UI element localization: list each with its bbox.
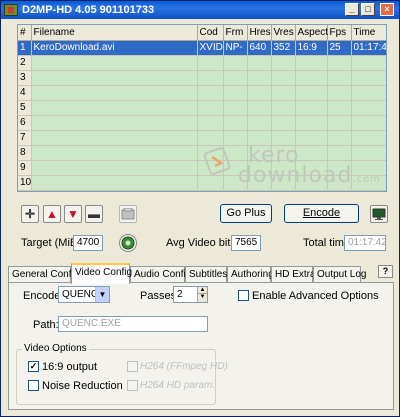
window-title: D2MP-HD 4.05 901101733	[22, 4, 155, 16]
encoder-value: QUENC	[62, 289, 99, 300]
col-header-hres[interactable]: Hres	[247, 25, 272, 41]
encoder-select[interactable]: QUENC ▼	[58, 286, 110, 303]
advanced-options-checkbox[interactable]	[238, 290, 249, 301]
h264-ffmpeg-checkbox	[127, 361, 138, 372]
col-header-num[interactable]: #	[18, 25, 32, 41]
tab-hd-extras[interactable]: HD Extras	[271, 266, 321, 283]
row-number: 1	[18, 40, 32, 56]
path-label: Path:	[33, 319, 59, 331]
calc-icon[interactable]	[119, 234, 137, 252]
help-button[interactable]: ?	[378, 265, 393, 278]
go-plus-button[interactable]: Go Plus	[220, 204, 272, 223]
tab-authoring[interactable]: Authoring	[227, 266, 274, 283]
cell-time: 01:17:42	[351, 40, 386, 56]
move-down-button[interactable]: ▼	[64, 205, 82, 223]
col-header-vres[interactable]: Vres	[271, 25, 296, 41]
encode-button[interactable]: Encode	[284, 204, 359, 223]
row-number: 6	[18, 115, 32, 131]
table-row[interactable]: 5	[18, 100, 386, 116]
cell-vres: 352	[271, 40, 296, 56]
tab-audio-config[interactable]: Audio Config	[130, 266, 191, 283]
h264-ffmpeg-label: H264 (FFmpeg HD)	[140, 361, 228, 372]
video-options-group: Video Options	[16, 343, 216, 405]
target-mib-input[interactable]: 4700	[73, 235, 103, 251]
col-header-filename[interactable]: Filename	[31, 25, 198, 41]
h264-hd-param-label: H264 HD param.	[140, 380, 216, 391]
app-window: D2MP-HD 4.05 901101733 _ □ × # Filename …	[0, 0, 400, 417]
col-header-fps[interactable]: Fps	[327, 25, 352, 41]
tab-subtitles[interactable]: Subtitles	[185, 266, 227, 283]
close-button[interactable]: ×	[380, 3, 394, 16]
app-icon	[4, 4, 18, 16]
monitor-icon[interactable]	[370, 205, 388, 223]
cell-hres: 640	[247, 40, 272, 56]
tab-general-config[interactable]: General Config	[8, 266, 79, 283]
row-number: 3	[18, 70, 32, 86]
title-bar[interactable]: D2MP-HD 4.05 901101733 _ □ ×	[1, 1, 399, 19]
spin-up-icon[interactable]: ▲	[198, 287, 207, 294]
tab-output-log[interactable]: Output Log	[313, 266, 366, 283]
col-header-aspect[interactable]: Aspect	[295, 25, 328, 41]
watermark-logo-icon	[203, 147, 231, 175]
row-number: 9	[18, 160, 32, 176]
total-time-field: 01:17:42	[344, 235, 387, 251]
col-header-time[interactable]: Time	[351, 25, 386, 41]
table-row[interactable]: 3	[18, 70, 386, 86]
row-number: 2	[18, 55, 32, 71]
cell-fps: 25	[327, 40, 352, 56]
table-row[interactable]: 4	[18, 85, 386, 101]
noise-reduction-label: Noise Reduction	[42, 380, 123, 392]
table-row[interactable]: 2	[18, 55, 386, 71]
row-number: 8	[18, 145, 32, 161]
chevron-down-icon[interactable]: ▼	[95, 287, 109, 302]
row-number: 4	[18, 85, 32, 101]
tab-video-config[interactable]: Video Config	[71, 263, 132, 284]
row-number: 10	[18, 175, 32, 191]
minimize-button[interactable]: _	[345, 3, 359, 16]
cell-aspect: 16:9	[295, 40, 328, 56]
passes-value: 2	[177, 289, 183, 300]
169-output-label: 16:9 output	[42, 361, 98, 373]
table-row[interactable]: 1 KeroDownload.avi XVID NP- 640 352 16:9…	[18, 40, 386, 56]
169-output-checkbox[interactable]: ✓	[28, 361, 39, 372]
cell-frm: NP-	[223, 40, 248, 56]
spin-down-icon[interactable]: ▼	[198, 294, 207, 301]
batch-icon[interactable]	[119, 205, 137, 223]
grid-header: # Filename Cod Frm Hres Vres Aspect Fps …	[18, 25, 386, 41]
add-file-button[interactable]: ✛	[21, 205, 39, 223]
advanced-options-label: Enable Advanced Options	[252, 290, 379, 302]
table-row[interactable]: 6	[18, 115, 386, 131]
video-options-legend: Video Options	[22, 343, 89, 354]
cell-codec: XVID	[197, 40, 224, 56]
encoder-path-input[interactable]: QUENC.EXE	[58, 316, 208, 332]
row-number: 5	[18, 100, 32, 116]
spin-buttons[interactable]: ▲ ▼	[197, 287, 207, 302]
noise-reduction-checkbox[interactable]	[28, 380, 39, 391]
kerodownload-watermark: kero download.com	[198, 143, 386, 191]
watermark-line2: download.com	[238, 163, 381, 188]
move-up-button[interactable]: ▲	[43, 205, 61, 223]
col-header-codec[interactable]: Cod	[197, 25, 224, 41]
row-number: 7	[18, 130, 32, 146]
col-header-frm[interactable]: Frm	[223, 25, 248, 41]
passes-stepper[interactable]: 2 ▲ ▼	[173, 286, 208, 303]
maximize-button[interactable]: □	[361, 3, 375, 16]
cell-filename: KeroDownload.avi	[31, 40, 198, 56]
file-grid[interactable]: # Filename Cod Frm Hres Vres Aspect Fps …	[17, 24, 387, 192]
tab-strip: General Config Video Config Audio Config…	[8, 263, 394, 284]
h264-hd-param-checkbox	[127, 380, 138, 391]
avg-bitrate-input[interactable]: 7565	[231, 235, 261, 251]
remove-file-button[interactable]: ▬	[85, 205, 103, 223]
